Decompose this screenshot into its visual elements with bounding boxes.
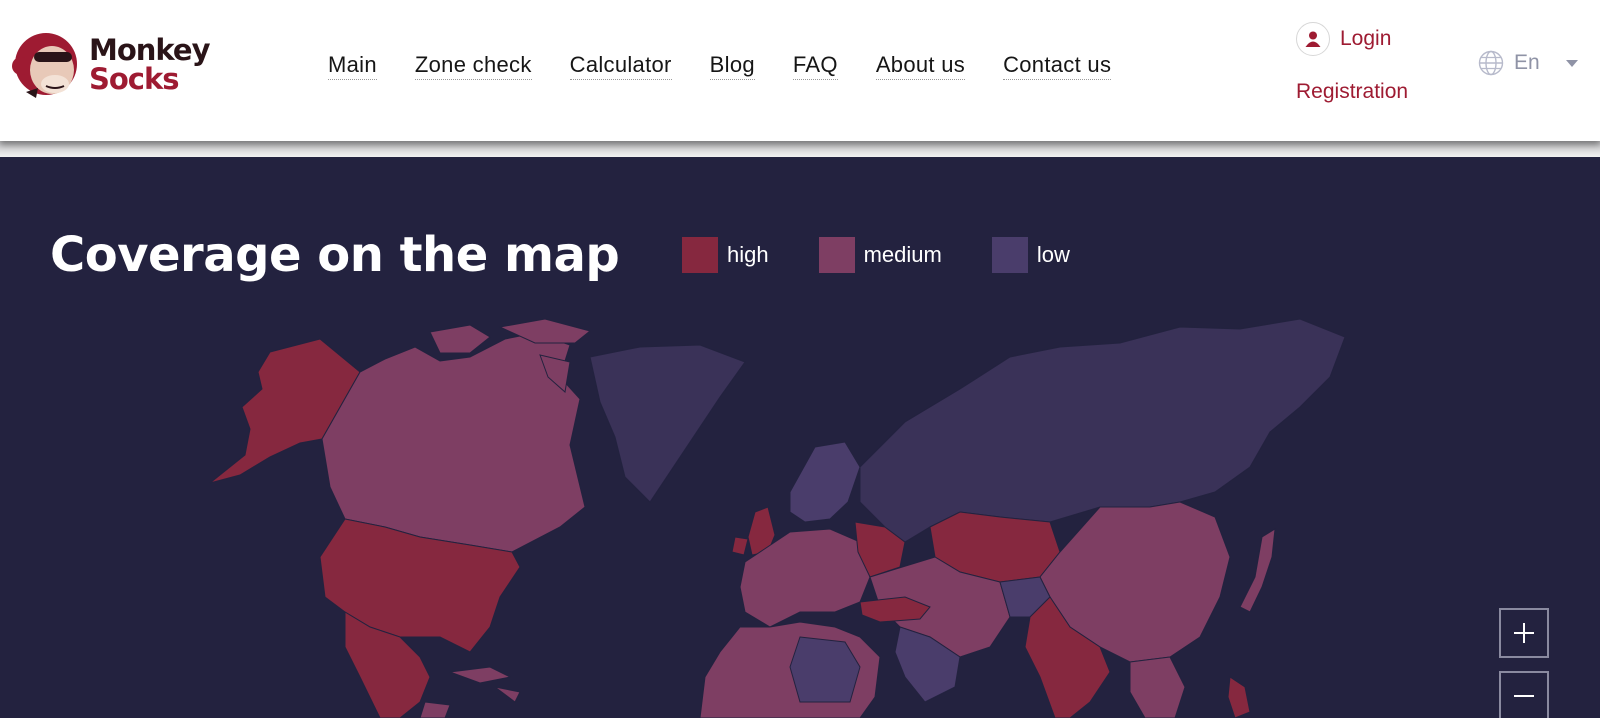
- legend-item-high: high: [682, 237, 769, 273]
- nav-contact-us[interactable]: Contact us: [1003, 52, 1112, 80]
- brand-line-2: Socks: [89, 62, 180, 96]
- legend-swatch-high: [682, 237, 718, 273]
- auth-links: Login Registration: [1296, 22, 1408, 103]
- map-title: Coverage on the map: [50, 227, 620, 283]
- nav-faq[interactable]: FAQ: [792, 52, 838, 80]
- legend-item-medium: medium: [818, 237, 942, 273]
- header-shadow: [0, 141, 1600, 157]
- nav-calculator[interactable]: Calculator: [569, 52, 672, 80]
- region-greenland[interactable]: [589, 344, 746, 503]
- nav-zone-check[interactable]: Zone check: [414, 52, 532, 80]
- legend-swatch-low: [991, 237, 1028, 273]
- user-icon: [1296, 22, 1330, 56]
- nav-main[interactable]: Main: [328, 52, 377, 80]
- legend-item-low: low: [991, 237, 1070, 273]
- login-label: Login: [1340, 27, 1392, 50]
- language-label: En: [1514, 51, 1540, 74]
- legend-swatch-medium: [818, 237, 855, 273]
- region-philippines[interactable]: [1227, 676, 1251, 718]
- main-nav: Main Zone check Calculator Blog FAQ Abou…: [328, 52, 1149, 80]
- nav-about-us[interactable]: About us: [875, 52, 966, 80]
- region-scandinavia[interactable]: [789, 441, 861, 523]
- minus-icon: [1514, 695, 1534, 697]
- site-header: Monkey Socks Main Zone check Calculator …: [0, 0, 1600, 141]
- legend-label-high: high: [727, 242, 769, 267]
- coverage-map-section: Coverage on the map high medium low: [0, 157, 1600, 718]
- map-legend: high medium low: [682, 237, 1120, 273]
- region-se-asia[interactable]: [1129, 656, 1186, 718]
- zoom-in-button[interactable]: [1499, 608, 1549, 658]
- chevron-down-icon: [1565, 59, 1578, 67]
- legend-label-medium: medium: [863, 242, 942, 267]
- legend-label-low: low: [1036, 242, 1070, 267]
- monkey-logo-icon: [12, 33, 77, 98]
- zoom-out-button[interactable]: [1499, 671, 1549, 718]
- globe-icon: [1478, 50, 1504, 76]
- plus-icon: [1514, 623, 1534, 643]
- region-caribbean[interactable]: [419, 666, 521, 718]
- registration-link[interactable]: Registration: [1296, 80, 1408, 104]
- brand-line-1: Monkey: [89, 33, 211, 67]
- region-japan[interactable]: [1239, 528, 1276, 613]
- brand-logo[interactable]: Monkey Socks: [12, 28, 232, 102]
- language-selector[interactable]: En: [1478, 50, 1578, 76]
- nav-blog[interactable]: Blog: [709, 52, 755, 80]
- login-link[interactable]: Login: [1296, 22, 1391, 56]
